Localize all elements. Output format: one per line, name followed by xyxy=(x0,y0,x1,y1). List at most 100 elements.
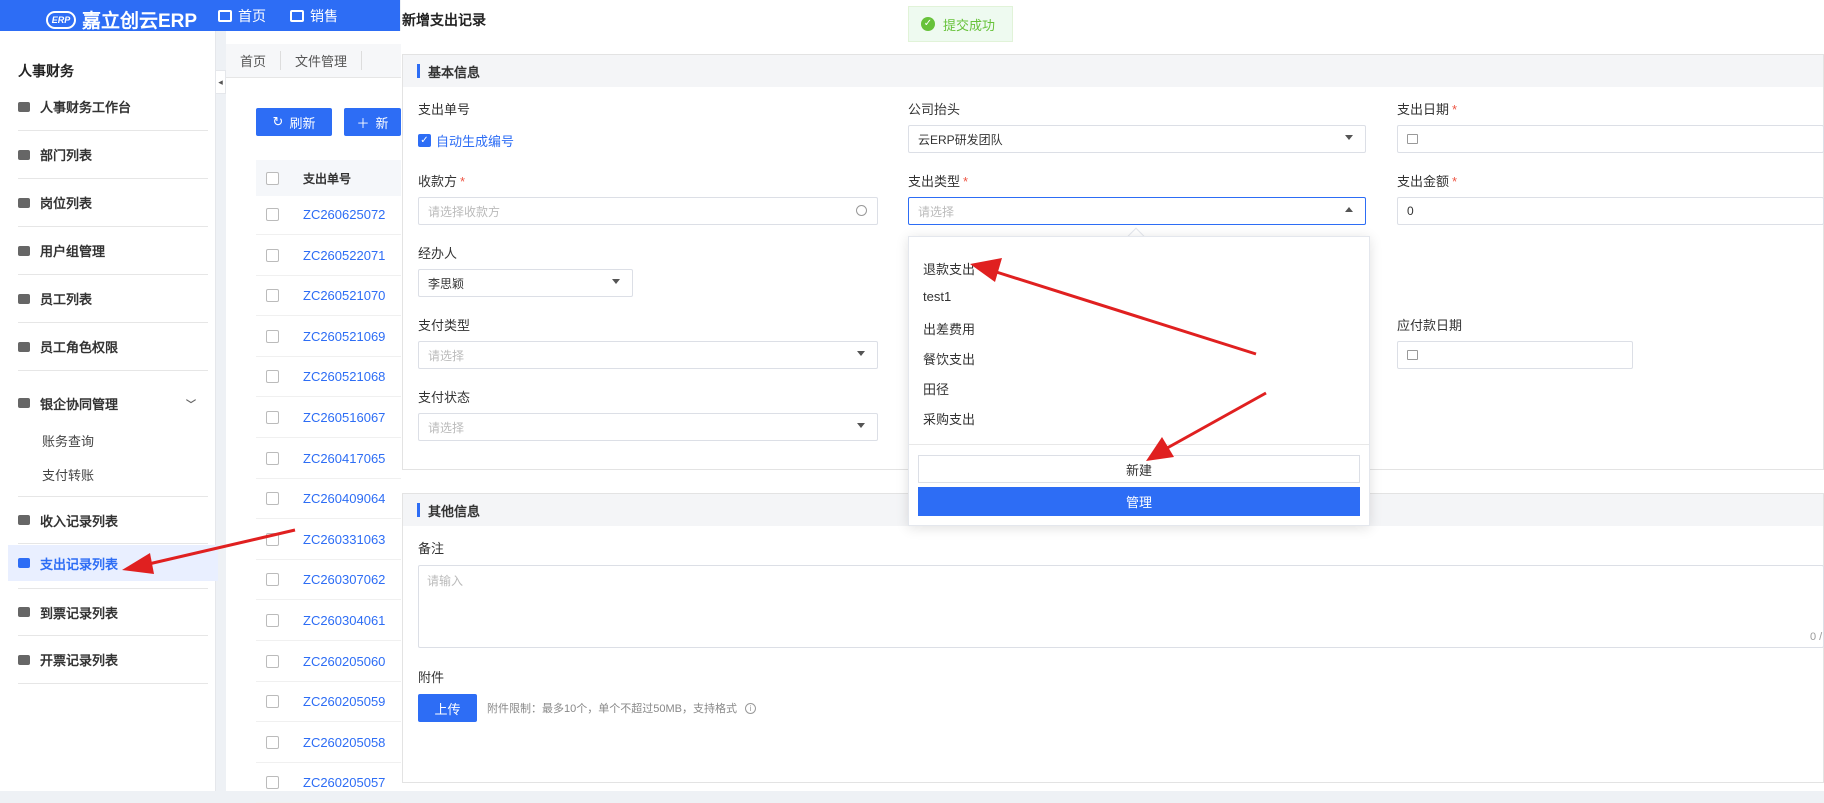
sidebar-item-role-permissions[interactable]: 员工角色权限 xyxy=(18,323,208,371)
row-checkbox[interactable] xyxy=(266,411,279,424)
row-checkbox[interactable] xyxy=(266,654,279,668)
dropdown-option-test1[interactable]: test1 xyxy=(923,289,951,304)
order-no-link[interactable]: ZC260205058 xyxy=(303,735,385,750)
date-picker[interactable] xyxy=(1397,125,1824,153)
pay-type-select[interactable]: 请选择 xyxy=(418,341,878,369)
pay-status-select[interactable]: 请选择 xyxy=(418,413,878,441)
table-row[interactable]: ZC260417065 xyxy=(256,439,401,479)
company-select[interactable]: 云ERP研发团队 xyxy=(908,125,1366,153)
sidebar-item-employees[interactable]: 员工列表 xyxy=(18,275,208,323)
select-all-checkbox[interactable] xyxy=(266,171,279,185)
remark-textarea[interactable] xyxy=(418,565,1824,648)
row-checkbox[interactable] xyxy=(266,451,279,465)
row-checkbox[interactable] xyxy=(266,695,279,709)
order-no-link[interactable]: ZC260409064 xyxy=(303,491,385,506)
table-row[interactable]: ZC260205057 xyxy=(256,763,401,803)
sidebar-subitem-payment-transfer[interactable]: 支付转账 xyxy=(42,465,94,484)
date-label: 支出日期 * xyxy=(1397,99,1457,118)
expense-type-select[interactable]: 请选择 xyxy=(908,197,1366,225)
sidebar-item-issued-invoices[interactable]: 开票记录列表 xyxy=(18,636,208,684)
table-row[interactable]: ZC260331063 xyxy=(256,520,401,560)
dropdown-option-purchase[interactable]: 采购支出 xyxy=(923,409,975,428)
order-no-link[interactable]: ZC260625072 xyxy=(303,207,385,222)
table-row[interactable]: ZC260409064 xyxy=(256,479,401,520)
sidebar-collapse-toggle[interactable]: ◂ xyxy=(216,70,226,94)
menu-icon xyxy=(18,654,30,665)
company-label: 公司抬头 xyxy=(908,102,961,117)
row-checkbox[interactable] xyxy=(266,735,279,749)
due-date-picker[interactable] xyxy=(1397,341,1633,369)
table-row[interactable]: ZC260307062 xyxy=(256,560,401,601)
order-no-link[interactable]: ZC260304061 xyxy=(303,613,385,628)
table-row[interactable]: ZC260521069 xyxy=(256,317,401,357)
row-checkbox[interactable] xyxy=(266,573,279,587)
sidebar-item-income-records[interactable]: 收入记录列表 xyxy=(18,496,208,544)
dropdown-option-travel[interactable]: 出差费用 xyxy=(923,319,975,338)
refresh-icon: ↻ xyxy=(272,114,284,129)
row-checkbox[interactable] xyxy=(266,492,279,506)
row-checkbox[interactable] xyxy=(266,329,279,343)
sidebar-item-expense-records[interactable]: 支出记录列表 xyxy=(8,545,218,581)
dropdown-manage-button[interactable]: 管理 xyxy=(918,487,1360,516)
row-checkbox[interactable] xyxy=(266,289,279,303)
row-checkbox[interactable] xyxy=(266,776,279,790)
order-no-link[interactable]: ZC260205059 xyxy=(303,694,385,709)
table-row[interactable]: ZC260516067 xyxy=(256,398,401,438)
pay-status-label: 支付状态 xyxy=(418,390,471,405)
row-checkbox[interactable] xyxy=(266,370,279,384)
add-button[interactable]: ＋新 xyxy=(344,108,401,136)
table-row[interactable]: ZC260304061 xyxy=(256,601,401,641)
row-checkbox[interactable] xyxy=(266,208,279,221)
upload-button[interactable]: 上传 xyxy=(418,694,477,722)
amount-input[interactable]: 0 xyxy=(1397,197,1824,225)
check-circle-icon: ✓ xyxy=(921,17,935,31)
success-toast: ✓ 提交成功 xyxy=(908,6,1013,42)
amount-label-text: 支出金额 xyxy=(1397,174,1450,189)
dropdown-option-athletics[interactable]: 田径 xyxy=(923,379,949,398)
row-checkbox[interactable] xyxy=(266,248,279,262)
order-no-link[interactable]: ZC260417065 xyxy=(303,451,385,466)
topnav-home[interactable]: 首页 xyxy=(218,6,266,26)
sidebar-item-bank-collab[interactable]: 银企协同管理 ﹀ xyxy=(18,379,208,427)
plus-icon: ＋ xyxy=(356,115,370,131)
refresh-button[interactable]: ↻ 刷新 xyxy=(256,108,332,136)
expense-type-dropdown: 退款支出 test1 出差费用 餐饮支出 田径 采购支出 新建 管理 xyxy=(908,236,1370,526)
table-row[interactable]: ZC260522071 xyxy=(256,236,401,276)
table-row[interactable]: ZC260205058 xyxy=(256,723,401,763)
order-no-link[interactable]: ZC260331063 xyxy=(303,532,385,547)
sidebar-item-positions[interactable]: 岗位列表 xyxy=(18,179,208,227)
order-no-link[interactable]: ZC260205057 xyxy=(303,775,385,790)
order-no-link[interactable]: ZC260307062 xyxy=(303,572,385,587)
tab-file-management[interactable]: 文件管理 xyxy=(281,51,363,70)
topnav-sales[interactable]: 销售 xyxy=(290,6,338,26)
row-checkbox[interactable] xyxy=(266,532,279,546)
order-no-link[interactable]: ZC260521068 xyxy=(303,369,385,384)
sidebar-item-received-invoices[interactable]: 到票记录列表 xyxy=(18,588,208,636)
dropdown-option-refund[interactable]: 退款支出 xyxy=(923,259,975,278)
auto-generate-checkbox[interactable]: ✓ 自动生成编号 xyxy=(418,131,514,150)
order-no-link[interactable]: ZC260205060 xyxy=(303,654,385,669)
order-no-link[interactable]: ZC260522071 xyxy=(303,248,385,263)
table-row[interactable]: ZC260205060 xyxy=(256,642,401,682)
tab-home[interactable]: 首页 xyxy=(226,51,282,70)
sidebar-subitem-account-query[interactable]: 账务查询 xyxy=(42,431,94,450)
dropdown-option-dining[interactable]: 餐饮支出 xyxy=(923,349,975,368)
order-no-link[interactable]: ZC260521069 xyxy=(303,329,385,344)
table-row[interactable]: ZC260205059 xyxy=(256,682,401,723)
sidebar-item-user-groups[interactable]: 用户组管理 xyxy=(18,227,208,275)
table-row[interactable]: ZC260521070 xyxy=(256,276,401,317)
row-checkbox[interactable] xyxy=(266,614,279,627)
app-logo[interactable]: ERP 嘉立创云ERP xyxy=(46,6,197,33)
payee-input[interactable]: 请选择收款方 xyxy=(418,197,878,225)
info-icon[interactable]: i xyxy=(744,702,756,714)
section-title: 基本信息 xyxy=(428,64,481,80)
handler-value: 李思颖 xyxy=(428,276,465,291)
table-row[interactable]: ZC260521068 xyxy=(256,357,401,398)
handler-select[interactable]: 李思颖 xyxy=(418,269,633,297)
order-no-link[interactable]: ZC260516067 xyxy=(303,410,385,425)
sidebar-item-departments[interactable]: 部门列表 xyxy=(18,131,208,179)
dropdown-new-button[interactable]: 新建 xyxy=(918,455,1360,483)
table-row[interactable]: ZC260625072 xyxy=(256,195,401,235)
sidebar-item-workbench[interactable]: 人事财务工作台 xyxy=(18,83,208,131)
order-no-link[interactable]: ZC260521070 xyxy=(303,288,385,303)
